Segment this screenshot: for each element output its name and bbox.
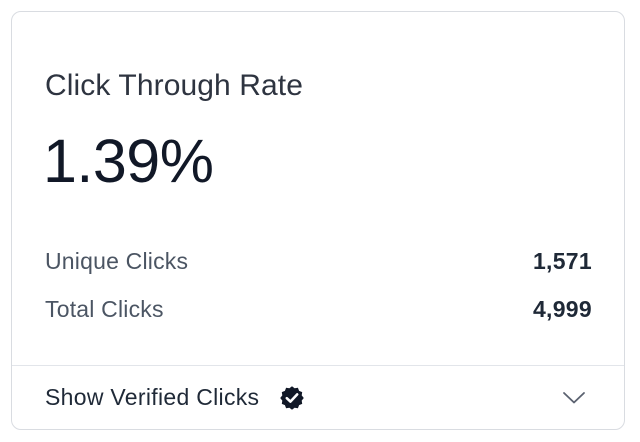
footer-label: Show Verified Clicks	[45, 384, 260, 410]
verified-badge-icon	[278, 384, 306, 412]
stat-value: 1,571	[532, 247, 592, 274]
ctr-value: 1.39%	[43, 127, 214, 195]
ctr-card: Click Through Rate 1.39% Unique Clicks 1…	[11, 11, 625, 430]
stat-row-unique-clicks: Unique Clicks 1,571	[45, 246, 592, 276]
stat-value: 4,999	[532, 295, 592, 322]
stat-label: Unique Clicks	[45, 247, 189, 274]
chevron-down-icon	[562, 390, 586, 406]
stat-label: Total Clicks	[45, 295, 164, 322]
footer-left: Show Verified Clicks	[45, 384, 306, 412]
show-verified-clicks-toggle[interactable]: Show Verified Clicks	[12, 366, 624, 429]
card-title: Click Through Rate	[45, 69, 304, 102]
stat-row-total-clicks: Total Clicks 4,999	[45, 294, 592, 324]
